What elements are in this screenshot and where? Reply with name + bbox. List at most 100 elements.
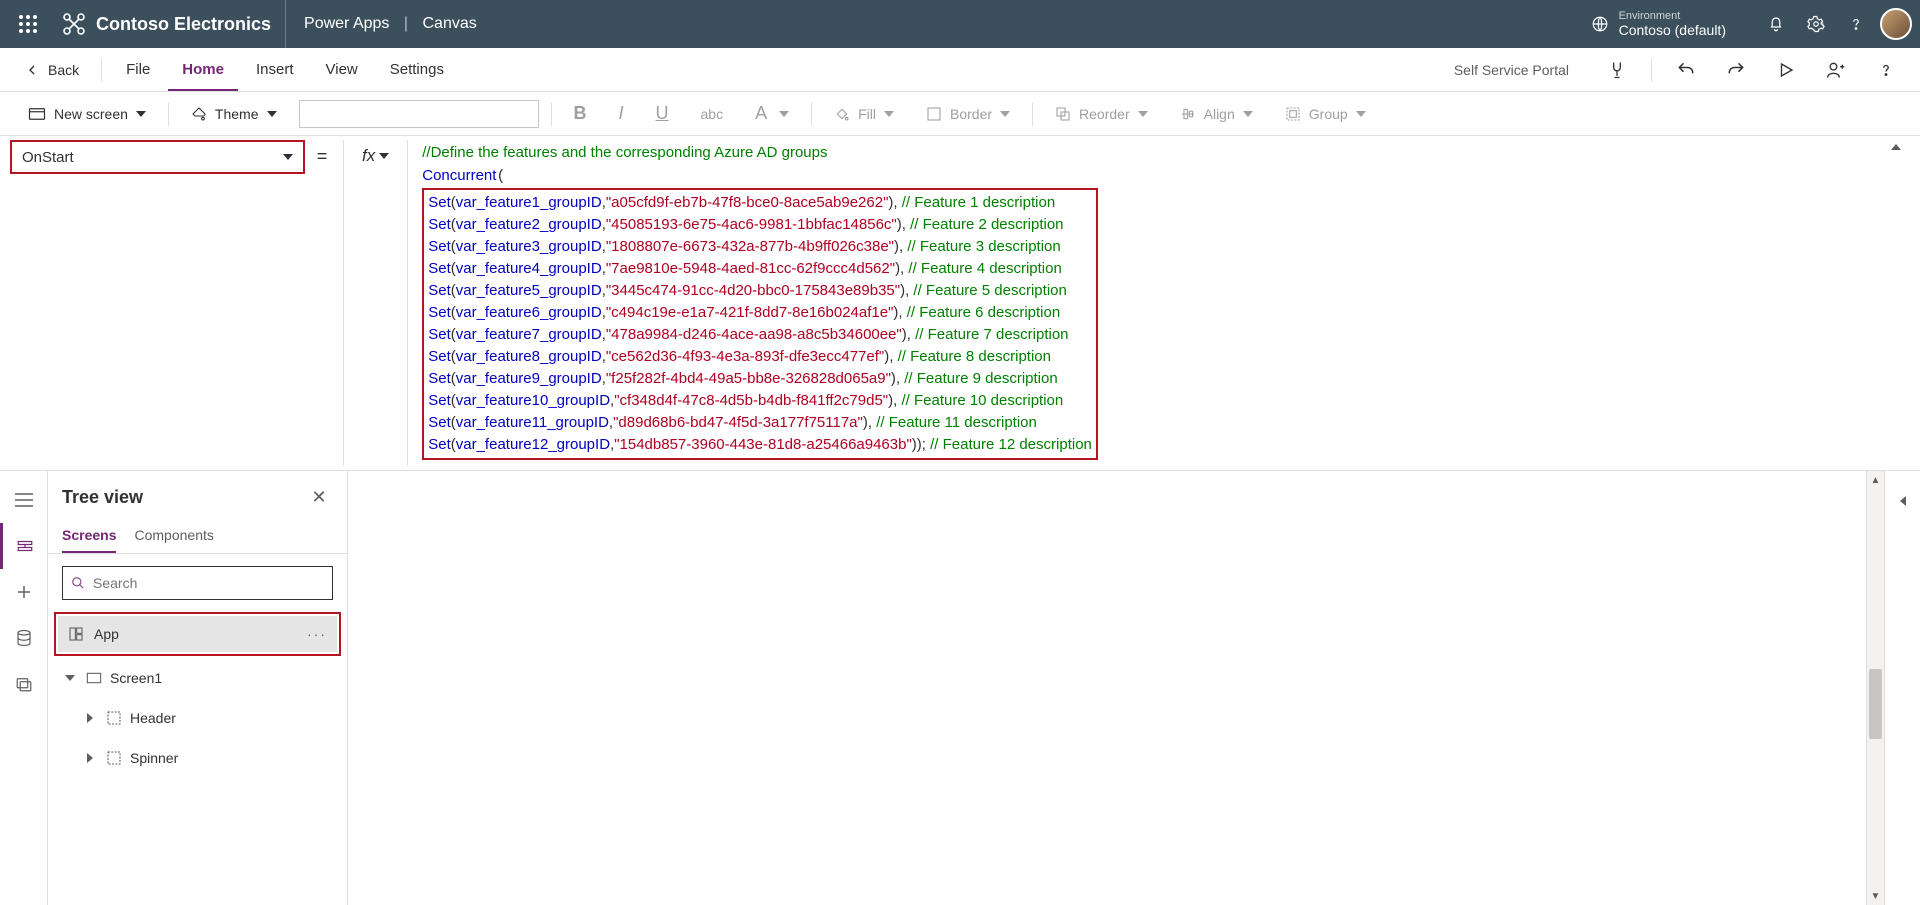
group-icon [106, 710, 122, 726]
app-launcher-button[interactable] [8, 0, 48, 48]
border-button[interactable]: Border [916, 98, 1020, 130]
scroll-down-button[interactable]: ▼ [1867, 887, 1884, 905]
app-checker-button[interactable] [1595, 48, 1639, 92]
search-input[interactable] [93, 575, 324, 591]
help-button[interactable] [1836, 0, 1876, 48]
rail-treeview-button[interactable] [0, 523, 48, 569]
menu-file[interactable]: File [112, 49, 164, 91]
chevron-down-icon [1138, 111, 1148, 117]
chevron-down-icon [1000, 111, 1010, 117]
fx-button[interactable]: fx [354, 140, 397, 166]
tree-search[interactable] [62, 566, 333, 600]
environment-selector[interactable]: Environment Contoso (default) [1591, 11, 1756, 38]
share-button[interactable] [1814, 48, 1858, 92]
menu-settings[interactable]: Settings [376, 49, 458, 91]
expand-formula-button[interactable] [1882, 140, 1910, 150]
tree-item-header[interactable]: Header [48, 698, 347, 738]
user-avatar[interactable] [1880, 8, 1912, 40]
menu-home[interactable]: Home [168, 49, 238, 91]
property-dropdown[interactable]: OnStart [10, 140, 305, 174]
rail-data-button[interactable] [0, 615, 48, 661]
group-icon [106, 750, 122, 766]
group-label: Group [1309, 106, 1348, 122]
chevron-down-icon [379, 153, 389, 159]
product-name: Power Apps [304, 15, 389, 32]
settings-button[interactable] [1796, 0, 1836, 48]
back-button[interactable]: Back [12, 48, 91, 92]
undo-button[interactable] [1664, 48, 1708, 92]
brand-text: Contoso Electronics [96, 14, 271, 35]
brand-icon [62, 12, 86, 36]
formula-editor[interactable]: //Define the features and the correspond… [418, 140, 1876, 466]
chevron-down-icon [283, 154, 293, 160]
left-rail [0, 471, 48, 905]
brand[interactable]: Contoso Electronics [48, 0, 286, 48]
equals-sign: = [311, 140, 333, 167]
tree-item-label: Screen1 [110, 670, 162, 686]
scroll-thumb[interactable] [1869, 669, 1882, 739]
chevron-down-icon [884, 111, 894, 117]
tree-app-node-highlight: App ··· [54, 612, 341, 656]
new-screen-label: New screen [54, 106, 128, 122]
chevron-down-icon [779, 111, 789, 117]
fill-label: Fill [858, 106, 876, 122]
tree-item-spinner[interactable]: Spinner [48, 738, 347, 778]
app-icon [68, 626, 84, 642]
align-button[interactable]: Align [1170, 98, 1263, 130]
tree-view-panel: Tree view ✕ Screens Components App ··· S… [48, 471, 348, 905]
underline-button[interactable]: U [646, 98, 679, 130]
tab-screens[interactable]: Screens [62, 521, 116, 553]
back-label: Back [48, 62, 79, 78]
chevron-right-icon [1900, 496, 1906, 506]
rail-insert-button[interactable] [0, 569, 48, 615]
reorder-label: Reorder [1079, 106, 1130, 122]
menu-view[interactable]: View [312, 49, 372, 91]
scroll-up-button[interactable]: ▲ [1867, 471, 1884, 489]
strikethrough-button[interactable]: abc [691, 98, 734, 130]
rail-media-button[interactable] [0, 661, 48, 707]
bold-button[interactable]: B [564, 98, 597, 130]
canvas[interactable] [348, 471, 1866, 905]
italic-button[interactable]: I [609, 98, 634, 130]
tree-item-label: Header [130, 710, 176, 726]
group-button[interactable]: Group [1275, 98, 1376, 130]
tree-item-screen1[interactable]: Screen1 [48, 658, 347, 698]
tree-app-label: App [94, 626, 119, 642]
chevron-down-icon [65, 675, 75, 681]
menu-insert[interactable]: Insert [242, 49, 308, 91]
chevron-right-icon [87, 713, 93, 723]
search-icon [71, 576, 85, 590]
new-screen-button[interactable]: New screen [18, 98, 156, 130]
tree-item-label: Spinner [130, 750, 178, 766]
property-dropdown-value: OnStart [22, 149, 74, 166]
screen-icon [86, 672, 102, 684]
notifications-button[interactable] [1756, 0, 1796, 48]
right-rail [1884, 471, 1920, 905]
rail-hamburger-button[interactable] [0, 477, 48, 523]
play-button[interactable] [1764, 48, 1808, 92]
reorder-button[interactable]: Reorder [1045, 98, 1158, 130]
topbar: Contoso Electronics Power Apps | Canvas … [0, 0, 1920, 48]
chevron-down-icon [136, 111, 146, 117]
border-label: Border [950, 106, 992, 122]
more-button[interactable]: ··· [307, 626, 327, 642]
chevron-up-icon [1891, 144, 1901, 150]
help-inline-button[interactable] [1864, 48, 1908, 92]
theme-button[interactable]: Theme [181, 98, 287, 130]
tree-app-node[interactable]: App ··· [58, 616, 337, 652]
align-label: Align [1204, 106, 1235, 122]
redo-button[interactable] [1714, 48, 1758, 92]
chevron-down-icon [1356, 111, 1366, 117]
chevron-down-icon [1243, 111, 1253, 117]
properties-panel-button[interactable] [1885, 477, 1920, 525]
font-dropdown[interactable] [299, 100, 539, 128]
theme-label: Theme [215, 106, 259, 122]
scroll-track[interactable] [1867, 489, 1884, 887]
tree-title: Tree view [62, 487, 143, 508]
fill-button[interactable]: Fill [824, 98, 904, 130]
tab-components[interactable]: Components [134, 521, 213, 553]
product-mode: Canvas [422, 15, 476, 32]
close-panel-button[interactable]: ✕ [305, 483, 333, 511]
font-color-button[interactable]: A [745, 98, 799, 130]
vertical-scrollbar[interactable]: ▲ ▼ [1866, 471, 1884, 905]
